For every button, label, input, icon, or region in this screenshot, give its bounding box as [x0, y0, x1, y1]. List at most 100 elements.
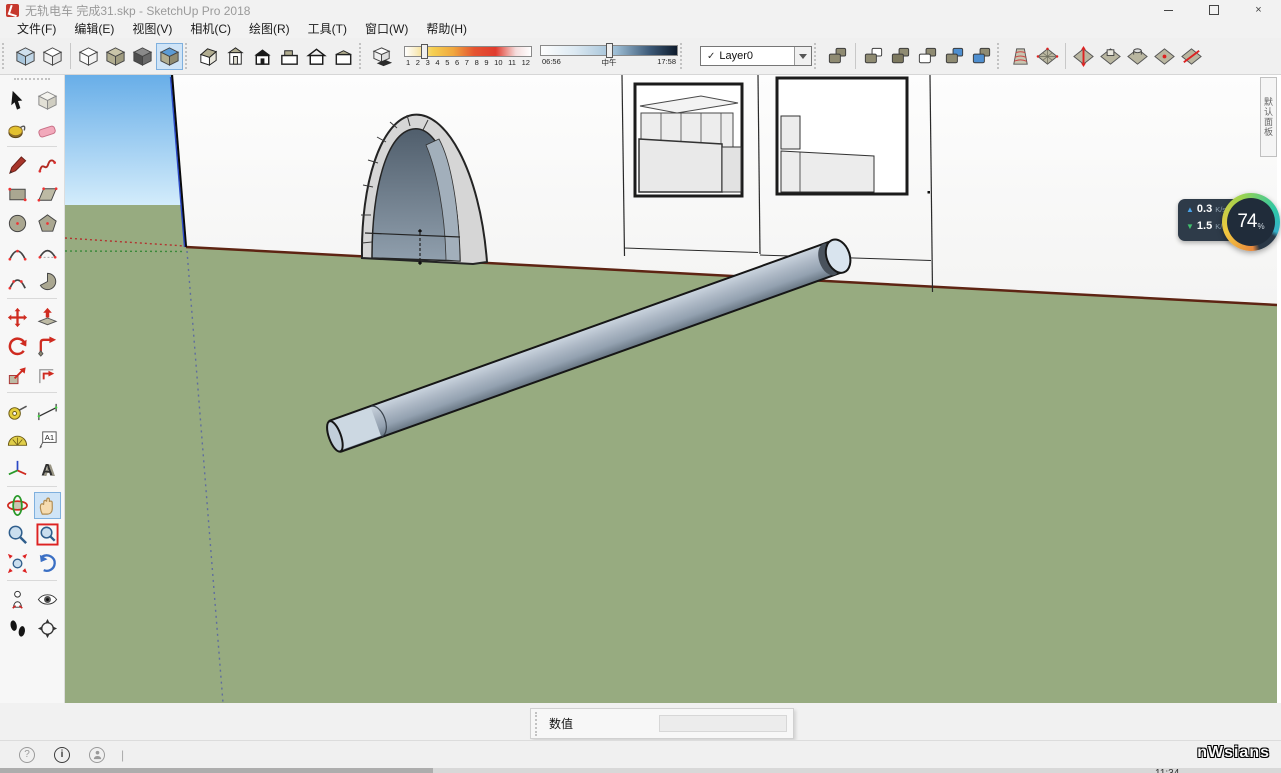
menu-bar: 文件(F)编辑(E)视图(V)相机(C)绘图(R)工具(T)窗口(W)帮助(H)	[0, 20, 1281, 38]
toolbar-split-button[interactable]	[968, 43, 995, 70]
signin-icon[interactable]	[89, 747, 105, 763]
tool-line-button[interactable]	[4, 152, 31, 179]
toolbar-monochrome-style-button[interactable]	[156, 43, 183, 70]
tool-walk-button[interactable]	[4, 615, 31, 642]
tool-scale-button[interactable]	[4, 362, 31, 389]
tool-offset-button[interactable]	[34, 362, 61, 389]
tool-look-around-button[interactable]	[34, 586, 61, 613]
measurement-input[interactable]	[659, 715, 787, 732]
tool-section-plane-button[interactable]	[34, 615, 61, 642]
tool-eraser-button[interactable]	[34, 116, 61, 143]
toolbar-view-iso-button[interactable]	[195, 43, 222, 70]
layer-dropdown-arrow-icon[interactable]	[794, 47, 811, 65]
menu-item-1[interactable]: 编辑(E)	[65, 20, 123, 38]
tool-protractor-button[interactable]	[4, 427, 31, 454]
tool-push-pull-button[interactable]	[34, 304, 61, 331]
measurement-grip[interactable]	[535, 712, 541, 736]
help-icon[interactable]: ?	[19, 747, 35, 763]
tool-arc-button[interactable]	[4, 239, 31, 266]
percent-gauge[interactable]: 74 %	[1222, 193, 1280, 251]
toolbar-shaded-style-button[interactable]	[102, 43, 129, 70]
tool-rectangle-button[interactable]	[4, 181, 31, 208]
tool-zoom-window-button[interactable]	[34, 521, 61, 548]
toolbar-view-front-button[interactable]	[249, 43, 276, 70]
layer-dropdown[interactable]: ✓ Layer0	[700, 46, 812, 66]
default-tray-tab[interactable]: 默认面板	[1260, 77, 1277, 157]
month-slider-handle[interactable]	[421, 44, 428, 59]
tool-paint-bucket-button[interactable]	[4, 116, 31, 143]
menu-item-5[interactable]: 工具(T)	[299, 20, 356, 38]
tool-rotate-button[interactable]	[4, 333, 31, 360]
watermark: nWsians	[1197, 744, 1270, 762]
toolbar-view-right-button[interactable]	[276, 43, 303, 70]
toolbar-grip[interactable]	[359, 43, 365, 69]
menu-item-0[interactable]: 文件(F)	[8, 20, 65, 38]
tool-rotated-rectangle-button[interactable]	[34, 181, 61, 208]
tool-three-point-arc-button[interactable]	[4, 268, 31, 295]
tool-axes-button[interactable]	[4, 456, 31, 483]
toolbar-grip[interactable]	[997, 43, 1003, 69]
time-slider-handle[interactable]	[606, 43, 613, 58]
tool-text-button[interactable]: A1	[34, 427, 61, 454]
toolbar-grip[interactable]	[814, 43, 820, 69]
shadow-month-slider[interactable]: 123456789101112	[404, 46, 532, 67]
tool-zoom-extents-button[interactable]	[4, 550, 31, 577]
model-viewport[interactable]	[65, 75, 1277, 703]
month-tick-11: 11	[508, 58, 516, 67]
toolbar-toggle-shadows-button[interactable]	[369, 43, 396, 70]
info-icon[interactable]: i	[54, 747, 70, 763]
palette-grip[interactable]	[14, 78, 50, 85]
toolbar-smoove-button[interactable]	[1070, 43, 1097, 70]
tool-polygon-button[interactable]	[34, 210, 61, 237]
toolbar-flip-edge-button[interactable]	[1178, 43, 1205, 70]
tool-freehand-button[interactable]	[34, 152, 61, 179]
toolbar-from-scratch-button[interactable]	[1034, 43, 1061, 70]
minimize-button[interactable]	[1146, 0, 1191, 20]
toolbar-subtract-button[interactable]	[914, 43, 941, 70]
maximize-button[interactable]	[1191, 0, 1236, 20]
toolbar-view-top-button[interactable]	[222, 43, 249, 70]
close-button[interactable]: ×	[1236, 0, 1281, 20]
toolbar-grip[interactable]	[2, 43, 8, 69]
toolbar-grip[interactable]	[185, 43, 191, 69]
menu-item-3[interactable]: 相机(C)	[181, 20, 240, 38]
taskbar-edge[interactable]: 11:34	[0, 768, 1281, 773]
tool-follow-me-button[interactable]	[34, 333, 61, 360]
tool-zoom-button[interactable]	[4, 521, 31, 548]
tool-two-point-arc-button[interactable]	[34, 239, 61, 266]
menu-item-7[interactable]: 帮助(H)	[417, 20, 476, 38]
toolbar-intersect-button[interactable]	[860, 43, 887, 70]
toolbar-view-left-button[interactable]	[303, 43, 330, 70]
toolbar-trim-button[interactable]	[941, 43, 968, 70]
tool-select-button[interactable]	[4, 87, 31, 114]
toolbar-union-button[interactable]	[887, 43, 914, 70]
menu-item-2[interactable]: 视图(V)	[123, 20, 181, 38]
toolbar-from-contours-button[interactable]	[1007, 43, 1034, 70]
menu-item-4[interactable]: 绘图(R)	[240, 20, 299, 38]
tool-orbit-button[interactable]	[4, 492, 31, 519]
tool-make-component-button[interactable]	[34, 87, 61, 114]
toolbar-shaded-textures-style-button[interactable]	[129, 43, 156, 70]
tool-move-button[interactable]	[4, 304, 31, 331]
toolbar-x-ray-style-button[interactable]	[12, 43, 39, 70]
shadow-time-slider[interactable]: 06:56 中午 17:58	[540, 45, 678, 68]
toolbar-outer-shell-button[interactable]	[824, 43, 851, 70]
tool-circle-button[interactable]	[4, 210, 31, 237]
tool-pan-button[interactable]	[34, 492, 61, 519]
toolbar-grip[interactable]	[680, 43, 686, 69]
menu-item-6[interactable]: 窗口(W)	[356, 20, 417, 38]
tool-previous-view-button[interactable]	[34, 550, 61, 577]
toolbar-stamp-button[interactable]	[1097, 43, 1124, 70]
toolbar-drape-button[interactable]	[1124, 43, 1151, 70]
tool-dimension-button[interactable]	[34, 398, 61, 425]
toolbar-wireframe-style-button[interactable]	[75, 43, 102, 70]
upload-speed-value: 0.3	[1197, 203, 1212, 215]
toolbar-back-edges-style-button[interactable]	[39, 43, 66, 70]
toolbar-view-back-button[interactable]	[330, 43, 357, 70]
tool-position-camera-button[interactable]	[4, 586, 31, 613]
tool-3d-text-button[interactable]: AA	[34, 456, 61, 483]
tool-pie-button[interactable]	[34, 268, 61, 295]
month-tick-7: 7	[465, 58, 469, 67]
tool-tape-measure-button[interactable]	[4, 398, 31, 425]
toolbar-add-detail-button[interactable]	[1151, 43, 1178, 70]
